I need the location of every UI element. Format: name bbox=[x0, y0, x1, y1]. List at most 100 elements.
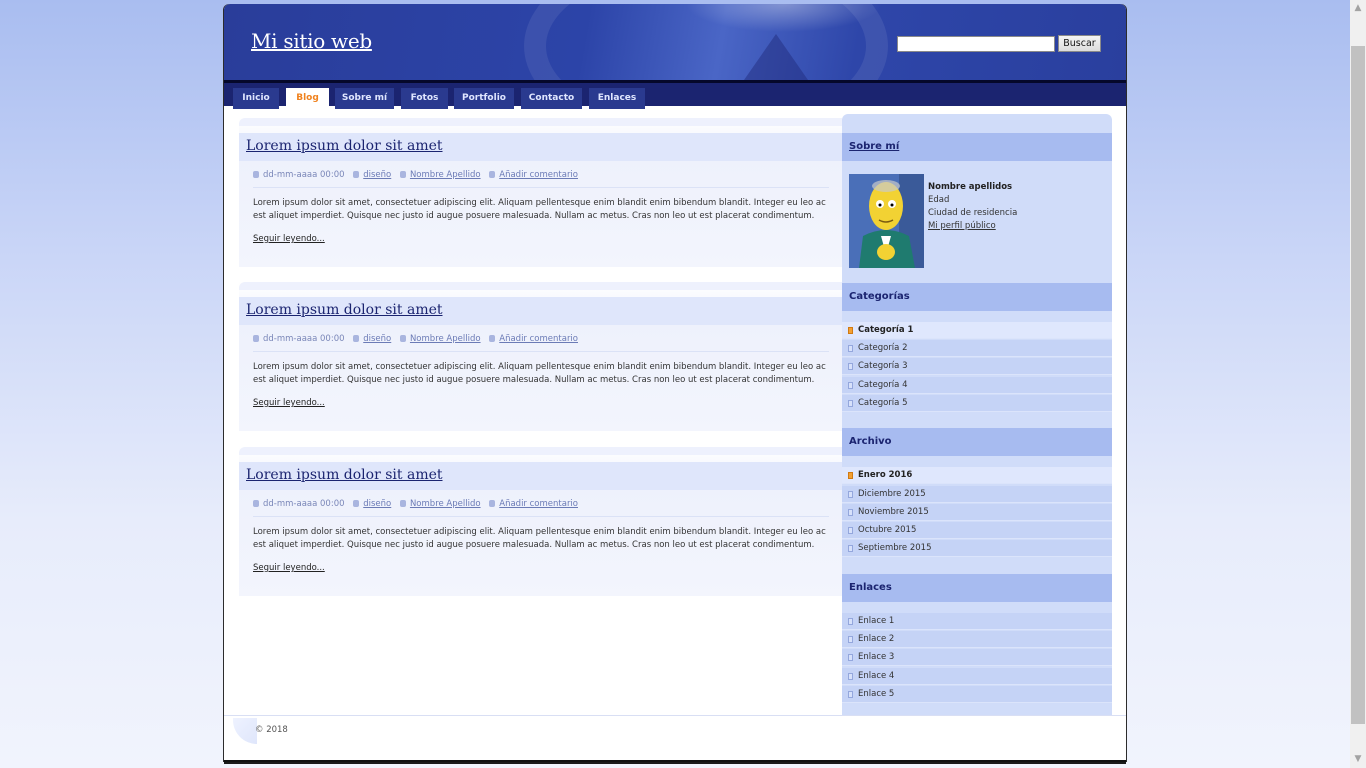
footer-bottom-line bbox=[224, 760, 1126, 762]
sidebar-item-label: Octubre 2015 bbox=[858, 525, 917, 535]
bullet-icon bbox=[848, 491, 853, 498]
sidebar-item-label: Enlace 2 bbox=[858, 634, 895, 644]
bullet-icon bbox=[848, 618, 853, 625]
sidebar-item-link[interactable]: Enlace 4 bbox=[842, 668, 1112, 685]
bullet-icon bbox=[848, 382, 853, 389]
post-author[interactable]: Nombre Apellido bbox=[399, 334, 481, 344]
category-icon bbox=[353, 335, 360, 342]
post-author[interactable]: Nombre Apellido bbox=[399, 499, 481, 509]
site-header: Mi sitio web Buscar bbox=[224, 4, 1126, 148]
sidebar-item-archive[interactable]: Enero 2016 bbox=[842, 467, 1112, 484]
nav-item-sobre-mi[interactable]: Sobre mí bbox=[335, 88, 394, 109]
search-input[interactable] bbox=[897, 36, 1055, 52]
sidebar-heading-about: Sobre mí bbox=[842, 133, 1112, 161]
post-add-comment[interactable]: Añadir comentario bbox=[489, 334, 578, 344]
footer-decoration bbox=[233, 718, 257, 744]
bullet-icon bbox=[848, 545, 853, 552]
read-more-link[interactable]: Seguir leyendo... bbox=[253, 563, 325, 573]
copyright-text: © 2018 bbox=[255, 725, 288, 735]
post-title-link[interactable]: Lorem ipsum dolor sit amet bbox=[246, 302, 443, 318]
post-date: dd-mm-aaaa 00:00 bbox=[253, 499, 345, 509]
post-divider bbox=[253, 516, 829, 517]
nav-item-portfolio[interactable]: Portfolio bbox=[454, 88, 514, 109]
bullet-icon bbox=[848, 654, 853, 661]
post-title-link[interactable]: Lorem ipsum dolor sit amet bbox=[246, 138, 443, 154]
clock-icon bbox=[253, 171, 259, 178]
scroll-down-icon[interactable]: ▼ bbox=[1350, 751, 1366, 768]
sidebar-item-label: Septiembre 2015 bbox=[858, 543, 932, 553]
sidebar-item-category[interactable]: Categoría 3 bbox=[842, 358, 1112, 375]
nav-item-inicio[interactable]: Inicio bbox=[233, 88, 279, 109]
post-body: Lorem ipsum dolor sit amet, consectetuer… bbox=[253, 198, 826, 221]
bullet-icon bbox=[848, 472, 853, 479]
nav-item-enlaces[interactable]: Enlaces bbox=[589, 88, 645, 109]
sidebar-item-category[interactable]: Categoría 4 bbox=[842, 377, 1112, 394]
sidebar-item-archive[interactable]: Octubre 2015 bbox=[842, 522, 1112, 539]
categories-title: Categorías bbox=[849, 291, 910, 302]
search-button[interactable]: Buscar bbox=[1058, 35, 1101, 52]
post-body: Lorem ipsum dolor sit amet, consectetuer… bbox=[253, 362, 826, 385]
about-city: Ciudad de residencia bbox=[928, 208, 1018, 218]
post-title-link[interactable]: Lorem ipsum dolor sit amet bbox=[246, 467, 443, 483]
sidebar-item-label: Categoría 2 bbox=[858, 343, 908, 353]
sidebar-item-link[interactable]: Enlace 5 bbox=[842, 686, 1112, 703]
post-category[interactable]: diseño bbox=[353, 334, 391, 344]
about-info: Nombre apellidos Edad Ciudad de residenc… bbox=[928, 181, 1017, 233]
sidebar-item-link[interactable]: Enlace 2 bbox=[842, 631, 1112, 648]
post-date: dd-mm-aaaa 00:00 bbox=[253, 334, 345, 344]
post-author[interactable]: Nombre Apellido bbox=[399, 170, 481, 180]
sidebar-item-label: Categoría 3 bbox=[858, 361, 908, 371]
category-icon bbox=[353, 171, 360, 178]
sidebar-item-archive[interactable]: Noviembre 2015 bbox=[842, 504, 1112, 521]
read-more-link[interactable]: Seguir leyendo... bbox=[253, 234, 325, 244]
scroll-thumb[interactable] bbox=[1351, 46, 1365, 724]
sidebar-item-archive[interactable]: Septiembre 2015 bbox=[842, 540, 1112, 557]
bullet-icon bbox=[848, 509, 853, 516]
post-meta: dd-mm-aaaa 00:00 diseño Nombre Apellido … bbox=[253, 334, 584, 346]
post-top-bar bbox=[239, 118, 842, 126]
bullet-icon bbox=[848, 327, 853, 334]
read-more-link[interactable]: Seguir leyendo... bbox=[253, 398, 325, 408]
nav-item-blog[interactable]: Blog bbox=[286, 88, 329, 109]
scroll-up-icon[interactable]: ▲ bbox=[1350, 0, 1366, 17]
about-name: Nombre apellidos bbox=[928, 182, 1013, 192]
sidebar-heading-links: Enlaces bbox=[842, 574, 1112, 602]
post-add-comment[interactable]: Añadir comentario bbox=[489, 170, 578, 180]
post-body: Lorem ipsum dolor sit amet, consectetuer… bbox=[253, 527, 826, 550]
site-footer: © 2018 bbox=[224, 715, 1126, 762]
sidebar-item-category[interactable]: Categoría 2 bbox=[842, 340, 1112, 357]
avatar-illustration bbox=[849, 174, 924, 268]
sidebar-heading-categories: Categorías bbox=[842, 283, 1112, 311]
nav-item-fotos[interactable]: Fotos bbox=[401, 88, 448, 109]
user-icon bbox=[399, 171, 406, 178]
page-scrollbar[interactable]: ▲ ▼ bbox=[1350, 0, 1366, 768]
sidebar-item-archive[interactable]: Diciembre 2015 bbox=[842, 486, 1112, 503]
comment-icon bbox=[489, 335, 496, 342]
bullet-icon bbox=[848, 691, 853, 698]
sidebar-item-link[interactable]: Enlace 3 bbox=[842, 649, 1112, 666]
public-profile-link[interactable]: Mi perfil público bbox=[928, 221, 996, 231]
post-category[interactable]: diseño bbox=[353, 499, 391, 509]
bullet-icon bbox=[848, 636, 853, 643]
post-divider bbox=[253, 187, 829, 188]
sidebar-item-category[interactable]: Categoría 5 bbox=[842, 395, 1112, 412]
blog-post: Lorem ipsum dolor sit amet dd-mm-aaaa 00… bbox=[239, 118, 842, 267]
sidebar-item-label: Enlace 1 bbox=[858, 616, 895, 626]
user-icon bbox=[399, 335, 406, 342]
about-title-link[interactable]: Sobre mí bbox=[849, 141, 899, 152]
sidebar-item-label: Enlace 3 bbox=[858, 652, 895, 662]
nav-item-contacto[interactable]: Contacto bbox=[521, 88, 582, 109]
clock-icon bbox=[253, 335, 259, 342]
links-title: Enlaces bbox=[849, 582, 892, 593]
post-category[interactable]: diseño bbox=[353, 170, 391, 180]
post-meta: dd-mm-aaaa 00:00 diseño Nombre Apellido … bbox=[253, 499, 584, 511]
post-add-comment[interactable]: Añadir comentario bbox=[489, 499, 578, 509]
post-title-bar: Lorem ipsum dolor sit amet bbox=[239, 133, 842, 161]
header-decoration-arrow bbox=[744, 34, 808, 80]
sidebar-item-label: Enlace 4 bbox=[858, 671, 895, 681]
sidebar-item-category[interactable]: Categoría 1 bbox=[842, 322, 1112, 339]
category-icon bbox=[353, 500, 360, 507]
bullet-icon bbox=[848, 673, 853, 680]
sidebar-item-link[interactable]: Enlace 1 bbox=[842, 613, 1112, 630]
site-title-link[interactable]: Mi sitio web bbox=[251, 29, 372, 53]
